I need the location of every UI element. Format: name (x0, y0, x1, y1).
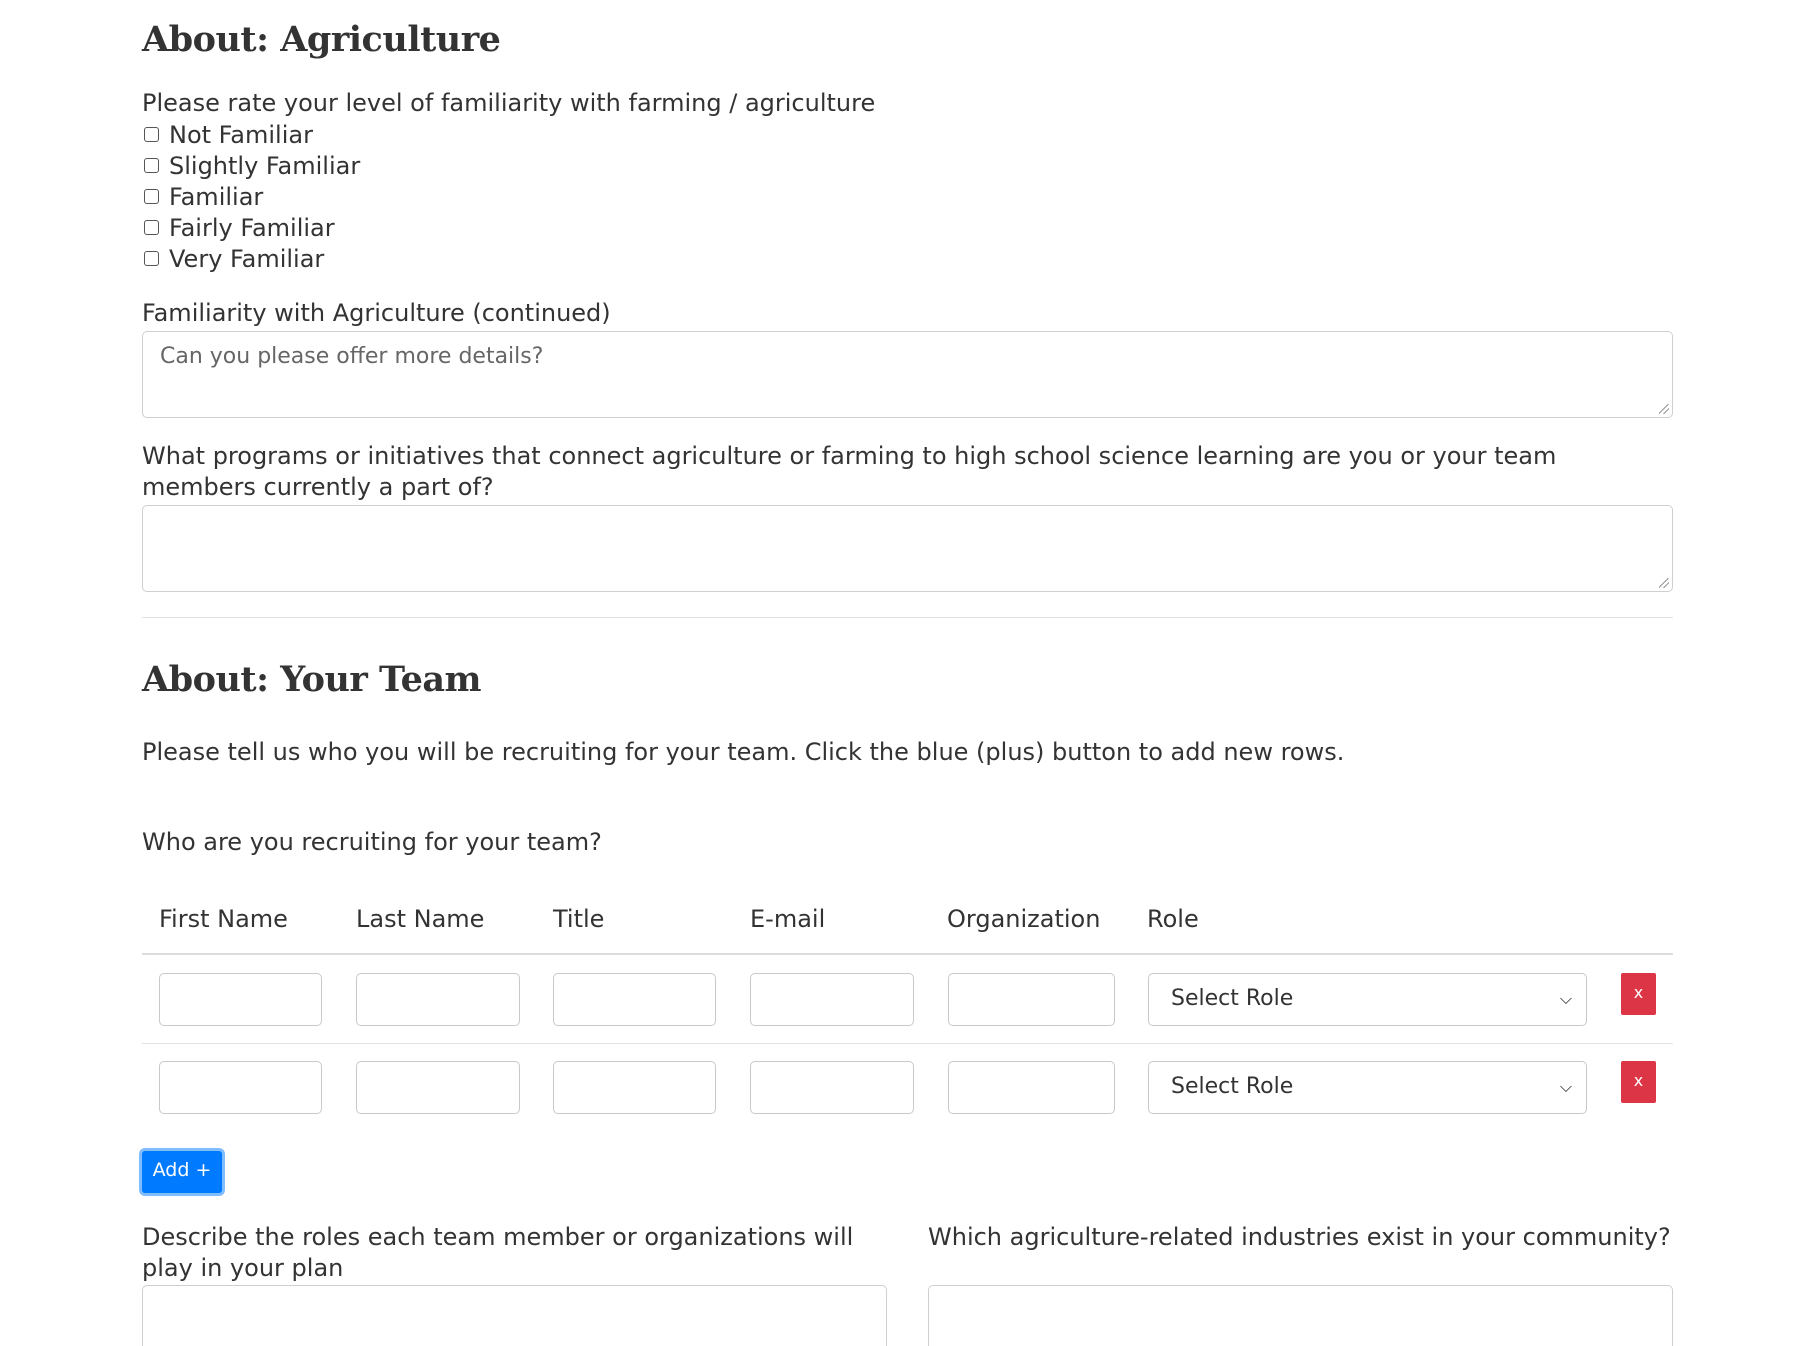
industries-textarea[interactable] (928, 1285, 1673, 1346)
textarea-placeholder: Can you please offer more details? (160, 344, 544, 369)
column-email: E-mail (750, 905, 826, 933)
organization-input[interactable] (948, 1061, 1115, 1114)
table-row: Select Role ⌵ x (142, 1044, 1673, 1132)
remove-row-button[interactable]: x (1621, 973, 1656, 1015)
checkbox[interactable] (144, 251, 159, 266)
familiarity-continued-label: Familiarity with Agriculture (continued) (142, 299, 611, 327)
column-last-name: Last Name (356, 905, 485, 933)
last-name-input[interactable] (356, 1061, 520, 1114)
programs-label: What programs or initiatives that connec… (142, 442, 1557, 501)
role-select[interactable]: Select Role ⌵ (1148, 973, 1587, 1026)
option-familiar[interactable]: Familiar (142, 181, 360, 212)
programs-textarea[interactable] (142, 505, 1673, 592)
option-label: Familiar (169, 182, 264, 211)
option-very-familiar[interactable]: Very Familiar (142, 243, 360, 274)
familiarity-details-textarea[interactable]: Can you please offer more details? (142, 331, 1673, 418)
chevron-down-icon: ⌵ (1559, 989, 1572, 1008)
roles-label: Describe the roles each team member or o… (142, 1223, 854, 1282)
resize-handle-icon[interactable] (1659, 578, 1669, 588)
remove-row-button[interactable]: x (1621, 1061, 1656, 1103)
team-heading: About: Your Team (142, 659, 482, 700)
checkbox[interactable] (144, 189, 159, 204)
title-input[interactable] (553, 973, 716, 1026)
column-first-name: First Name (159, 905, 288, 933)
familiarity-question: Please rate your level of familiarity wi… (142, 89, 876, 117)
checkbox[interactable] (144, 158, 159, 173)
roles-textarea[interactable] (142, 1285, 887, 1346)
option-label: Slightly Familiar (169, 151, 361, 180)
checkbox[interactable] (144, 127, 159, 142)
first-name-input[interactable] (159, 973, 322, 1026)
agriculture-heading: About: Agriculture (142, 19, 501, 60)
email-input[interactable] (750, 1061, 914, 1114)
option-label: Very Familiar (169, 244, 325, 273)
option-label: Not Familiar (169, 120, 313, 149)
form-page: About: Agriculture Please rate your leve… (0, 0, 1800, 1346)
table-header-line (142, 953, 1673, 955)
add-row-button[interactable]: Add + (142, 1151, 222, 1193)
title-input[interactable] (553, 1061, 716, 1114)
team-intro: Please tell us who you will be recruitin… (142, 738, 1345, 766)
familiarity-options: Not Familiar Slightly Familiar Familiar … (142, 119, 360, 274)
team-table-header: First Name Last Name Title E-mail Organi… (142, 904, 1673, 954)
column-role: Role (1147, 905, 1199, 933)
option-slightly-familiar[interactable]: Slightly Familiar (142, 150, 360, 181)
role-select[interactable]: Select Role ⌵ (1148, 1061, 1587, 1114)
organization-input[interactable] (948, 973, 1115, 1026)
resize-handle-icon[interactable] (1659, 404, 1669, 414)
option-fairly-familiar[interactable]: Fairly Familiar (142, 212, 360, 243)
industries-label: Which agriculture-related industries exi… (928, 1223, 1671, 1251)
option-label: Fairly Familiar (169, 213, 335, 242)
last-name-input[interactable] (356, 973, 520, 1026)
column-title: Title (553, 905, 605, 933)
chevron-down-icon: ⌵ (1559, 1077, 1572, 1096)
email-input[interactable] (750, 973, 914, 1026)
recruit-question: Who are you recruiting for your team? (142, 828, 602, 856)
first-name-input[interactable] (159, 1061, 322, 1114)
role-select-value: Select Role (1171, 1074, 1294, 1099)
section-divider (142, 617, 1673, 618)
table-row: Select Role ⌵ x (142, 956, 1673, 1044)
role-select-value: Select Role (1171, 986, 1294, 1011)
checkbox[interactable] (144, 220, 159, 235)
option-not-familiar[interactable]: Not Familiar (142, 119, 360, 150)
column-organization: Organization (947, 905, 1101, 933)
